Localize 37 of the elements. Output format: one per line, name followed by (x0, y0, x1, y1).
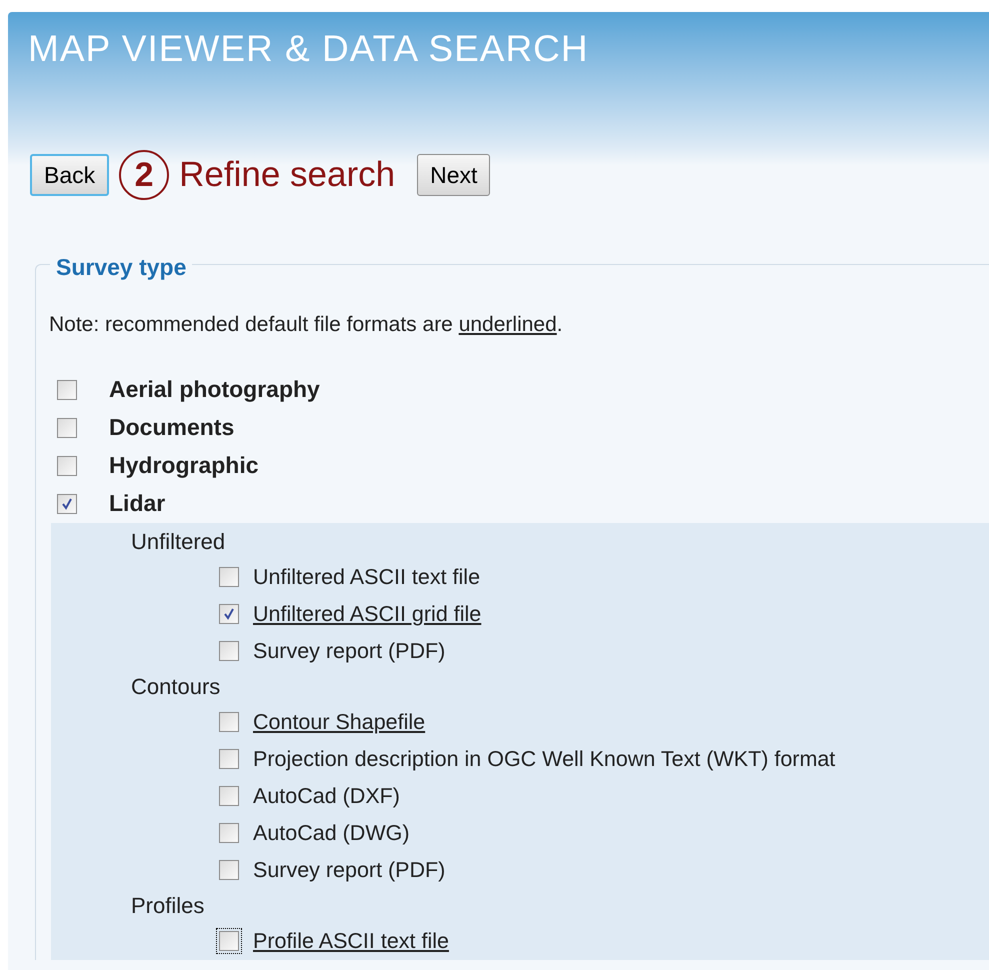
checkmark-icon (223, 608, 235, 620)
step-title: Refine search (179, 154, 396, 196)
checkbox[interactable] (216, 783, 242, 809)
checkbox[interactable] (216, 638, 242, 664)
checkbox[interactable] (216, 928, 242, 954)
file-format-label: AutoCad (DXF) (253, 782, 400, 810)
checkbox[interactable] (216, 564, 242, 590)
checkmark-icon (61, 498, 73, 510)
group-label: Profiles (131, 892, 206, 920)
file-format-label: Profile ASCII text file (253, 928, 449, 955)
survey-type-label: Hydrographic (109, 451, 259, 480)
file-format-label: Contour Shapefile (253, 708, 426, 736)
checkbox[interactable] (216, 820, 242, 846)
group-label: Contours (131, 672, 222, 700)
page-title: MAP VIEWER & DATA SEARCH (28, 28, 589, 69)
survey-type-label: Documents (109, 413, 234, 442)
file-format-label: Unfiltered ASCII grid file (253, 600, 482, 628)
step-number: 2 (119, 150, 170, 200)
file-format-label: AutoCad (DWG) (253, 820, 410, 847)
checkbox[interactable] (57, 494, 77, 514)
checkbox[interactable] (57, 380, 77, 400)
back-button[interactable]: Back (30, 154, 110, 196)
checkbox[interactable] (216, 746, 242, 772)
survey-type-label: Aerial photography (109, 375, 320, 404)
checkbox[interactable] (57, 418, 77, 438)
file-format-label: Survey report (PDF) (253, 856, 446, 884)
checkbox[interactable] (57, 456, 77, 476)
file-format-label: Unfiltered ASCII text file (253, 564, 480, 591)
file-format-label: Survey report (PDF) (253, 638, 446, 665)
checkbox[interactable] (216, 601, 242, 627)
checkbox[interactable] (216, 857, 242, 883)
next-button[interactable]: Next (417, 154, 490, 196)
checkbox[interactable] (216, 709, 242, 735)
file-format-label: Projection description in OGC Well Known Text (WKT) format (253, 746, 836, 773)
survey-type-label: Lidar (109, 489, 166, 518)
note-text: Note: recommended default file formats are underlined. (49, 312, 564, 338)
group-label: Unfiltered (131, 528, 226, 556)
